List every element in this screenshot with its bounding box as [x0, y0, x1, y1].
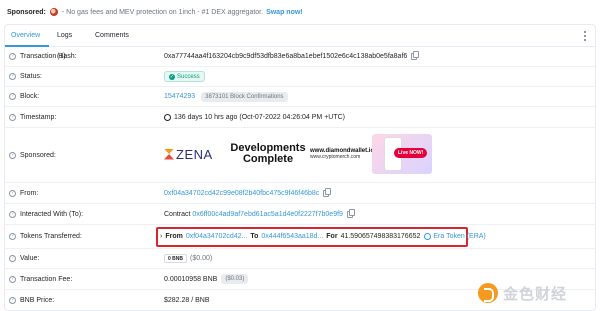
status-badge: ✓ Success — [164, 71, 205, 82]
watermark-text: 金色财经 — [503, 284, 568, 303]
tab-logs[interactable]: Logs (1) — [49, 25, 87, 60]
token-amount: 41.590657498383176652 — [340, 233, 421, 240]
help-icon[interactable]: ? — [9, 53, 16, 60]
help-icon[interactable]: ? — [9, 151, 16, 159]
1inch-logo-icon — [49, 8, 58, 16]
live-now-badge: Live NOW! — [394, 148, 428, 158]
contract-prefix: Contract — [164, 210, 191, 218]
tab-overview[interactable]: Overview — [5, 25, 49, 47]
contract-address-link[interactable]: 0x6ff00c4ad9af7ebd61ac5a1d4e0f2227f7b0e9… — [192, 211, 343, 218]
era-token-icon — [424, 233, 432, 240]
block-label: Block: — [20, 93, 40, 100]
row-status: ? Status: ✓ Success — [5, 67, 595, 87]
help-icon[interactable]: ? — [9, 210, 16, 218]
more-options-icon[interactable] — [581, 31, 589, 41]
row-transaction-hash: ? Transaction Hash: 0xa77744aa4f163204cb9… — [5, 47, 595, 67]
token-name-link[interactable]: Era Token (ERA) — [433, 233, 485, 240]
clock-icon — [164, 113, 171, 121]
copy-icon[interactable] — [323, 187, 332, 197]
zena-logo: ZENA — [164, 147, 228, 162]
token-transfer: › From 0xf04a34702cd42... To 0x444f6543a… — [160, 233, 486, 240]
to-keyword: To — [250, 233, 259, 240]
status-label: Status: — [20, 73, 42, 80]
row-sponsored: ? Sponsored: ZENA Developments Complete ww… — [5, 128, 595, 183]
timestamp-value: 136 days 10 hrs ago (Oct-07-2022 04:26:0… — [174, 113, 346, 121]
tab-comments[interactable]: Comments — [87, 25, 137, 47]
value-badge: 0 BNB — [164, 254, 188, 263]
from-keyword: From — [165, 233, 183, 240]
token-from-link[interactable]: 0xf04a34702cd42... — [186, 233, 248, 240]
row-from: ? From: 0xf04a34702cd42c99e08f2b40fbc475c… — [5, 183, 595, 204]
help-icon[interactable]: ? — [9, 275, 16, 283]
sponsor-text: - No gas fees and MEV protection on 1inc… — [61, 8, 264, 16]
help-icon[interactable]: ? — [9, 255, 16, 262]
block-number-link[interactable]: 15474293 — [164, 93, 195, 100]
row-interacted-with: ? Interacted With (To): Contract 0x6ff00c… — [5, 204, 595, 225]
help-icon[interactable]: ? — [9, 93, 16, 100]
row-timestamp: ? Timestamp: 136 days 10 hrs ago (Oct-07-… — [5, 107, 595, 128]
copy-icon[interactable] — [346, 208, 355, 218]
interacted-label: Interacted With (To): — [20, 210, 84, 218]
help-icon[interactable]: ? — [9, 113, 16, 121]
help-icon[interactable]: ? — [9, 296, 16, 304]
fee-label: Transaction Fee: — [20, 275, 73, 283]
transaction-card: Overview Logs (1) Comments ? Transaction … — [4, 24, 596, 311]
timestamp-label: Timestamp: — [20, 113, 57, 121]
banner-headline: Developments Complete — [230, 142, 306, 165]
help-icon[interactable]: ? — [9, 73, 16, 80]
value-label: Value: — [20, 255, 40, 262]
tab-bar: Overview Logs (1) Comments — [5, 25, 595, 60]
sponsor-label: Sponsored: — [7, 8, 46, 16]
phone-image: Live NOW! — [372, 134, 432, 174]
banner-sites: www.diamondwallet.io www.cryptomerch.com — [310, 148, 375, 160]
block-confirmations-badge: 3873101 Block Confirmations — [201, 91, 288, 102]
row-tokens-transferred: ? Tokens Transferred: › From 0xf04a34702c… — [5, 225, 595, 249]
check-icon: ✓ — [169, 73, 175, 80]
copy-icon[interactable] — [411, 51, 420, 60]
tokens-label: Tokens Transferred: — [20, 233, 82, 240]
watermark: 金色财经 — [478, 280, 596, 306]
jinse-logo-icon — [478, 283, 498, 303]
sponsor-bar: Sponsored: - No gas fees and MEV protect… — [0, 0, 600, 24]
swap-now-link[interactable]: Swap now! — [266, 9, 303, 16]
for-keyword: For — [326, 233, 338, 240]
value-usd: ($0.00) — [190, 255, 213, 262]
from-address-link[interactable]: 0xf04a34702cd42c99e08f2b40fbc475c9f46f46… — [164, 190, 319, 197]
price-value: $282.28 / BNB — [164, 296, 210, 304]
tx-hash-value: 0xa77744aa4f163204cb9c9df53dfb83e6a8ba1e… — [164, 53, 408, 60]
token-to-link[interactable]: 0x444f6543aa18d... — [261, 233, 323, 240]
arrow-icon: › — [160, 233, 163, 240]
sponsored-label: Sponsored: — [20, 151, 56, 159]
row-block: ? Block: 15474293 3873101 Block Confirmati… — [5, 87, 595, 107]
fee-value: 0.00010958 BNB — [164, 275, 218, 283]
help-icon[interactable]: ? — [9, 189, 16, 197]
tx-hash-label: Transaction Hash: — [20, 53, 77, 60]
sponsored-banner[interactable]: ZENA Developments Complete www.diamondwal… — [164, 132, 484, 176]
fee-usd-badge: ($0.03) — [221, 274, 249, 284]
row-value: ? Value: 0 BNB ($0.00) — [5, 249, 595, 269]
help-icon[interactable]: ? — [9, 233, 16, 240]
zena-logo-icon — [164, 148, 174, 160]
price-label: BNB Price: — [20, 296, 55, 304]
from-label: From: — [20, 189, 39, 197]
